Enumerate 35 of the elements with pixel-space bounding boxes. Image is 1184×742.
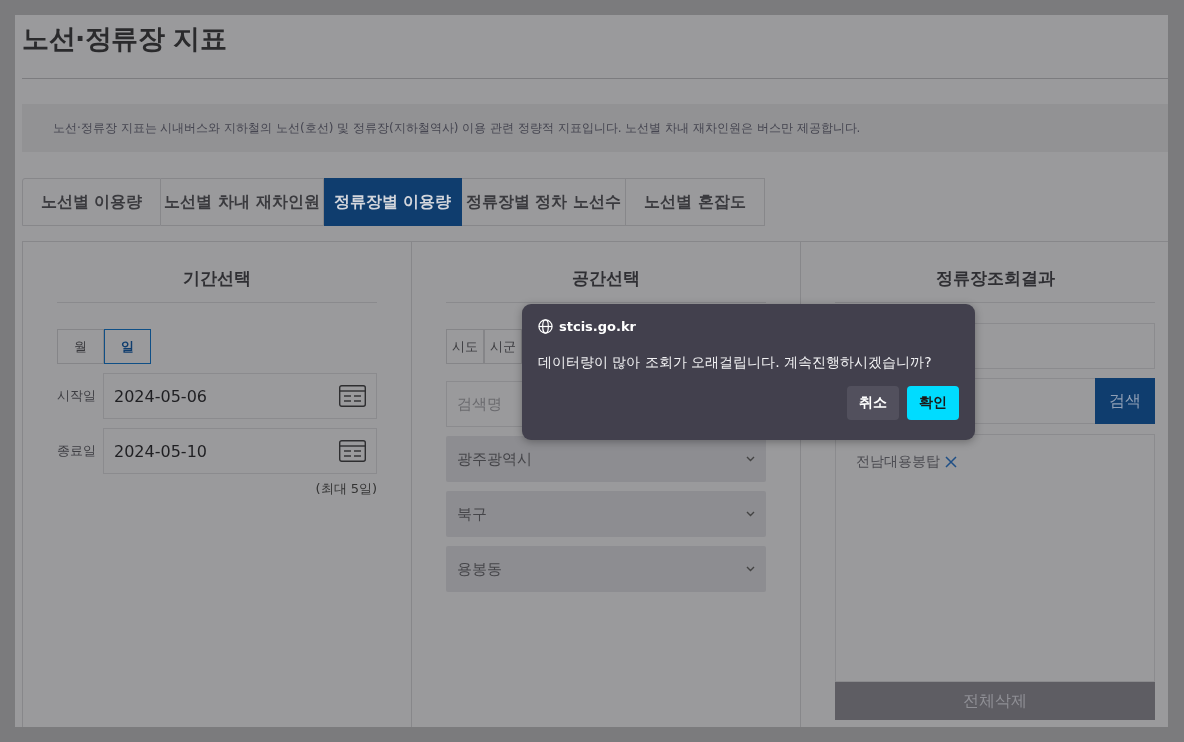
- stop-name: 전남대용봉탑: [856, 453, 940, 471]
- dropdown[interactable]: 광주광역시: [446, 436, 766, 482]
- panel-title: 정류장조회결과: [835, 242, 1155, 303]
- chevron-down-icon: [746, 456, 755, 462]
- page-title: 노선·정류장 지표: [22, 22, 228, 56]
- search-button[interactable]: 검색: [1095, 378, 1155, 424]
- cancel-button[interactable]: 취소: [847, 386, 899, 420]
- dropdown[interactable]: 북구: [446, 491, 766, 537]
- tab[interactable]: 정류장별 이용량: [324, 178, 462, 226]
- dropdown[interactable]: 용봉동: [446, 546, 766, 592]
- field-label: 종료일: [57, 442, 97, 460]
- globe-icon: [538, 319, 553, 334]
- toggle-button[interactable]: 월: [57, 329, 104, 364]
- calendar-icon[interactable]: [339, 440, 366, 462]
- max-days-note: (최대 5일): [315, 481, 377, 496]
- toggle-button[interactable]: 시군: [484, 329, 522, 364]
- panel-title: 기간선택: [57, 242, 377, 303]
- dialog-message: 데이터량이 많아 조회가 오래걸립니다. 계속진행하시겠습니까?: [538, 354, 932, 370]
- date-field[interactable]: 2024-05-10: [103, 428, 377, 474]
- chevron-down-icon: [746, 511, 755, 517]
- tab[interactable]: 정류장별 정차 노선수: [462, 178, 626, 226]
- toggle-button[interactable]: 시도: [446, 329, 484, 364]
- date-field[interactable]: 2024-05-06: [103, 373, 377, 419]
- tab[interactable]: 노선별 혼잡도: [626, 178, 765, 226]
- panel-title: 공간선택: [446, 242, 766, 303]
- chevron-down-icon: [746, 566, 755, 572]
- tab[interactable]: 노선별 이용량: [22, 178, 161, 226]
- tab[interactable]: 노선별 차내 재차인원: [161, 178, 324, 226]
- description-banner: 노선·정류장 지표는 시내버스와 지하철의 노선(호선) 및 정류장(지하철역사) 이용 관련 정량적 지표입니다. 노선별 차내 재차인원은 버스만 제공합니다.: [22, 104, 1168, 152]
- toggle-button[interactable]: 일: [104, 329, 151, 364]
- close-icon[interactable]: [945, 456, 957, 468]
- calendar-icon[interactable]: [339, 385, 366, 407]
- field-label: 시작일: [57, 387, 97, 405]
- site-origin: stcis.go.kr: [559, 319, 637, 334]
- confirm-button[interactable]: 확인: [907, 386, 959, 420]
